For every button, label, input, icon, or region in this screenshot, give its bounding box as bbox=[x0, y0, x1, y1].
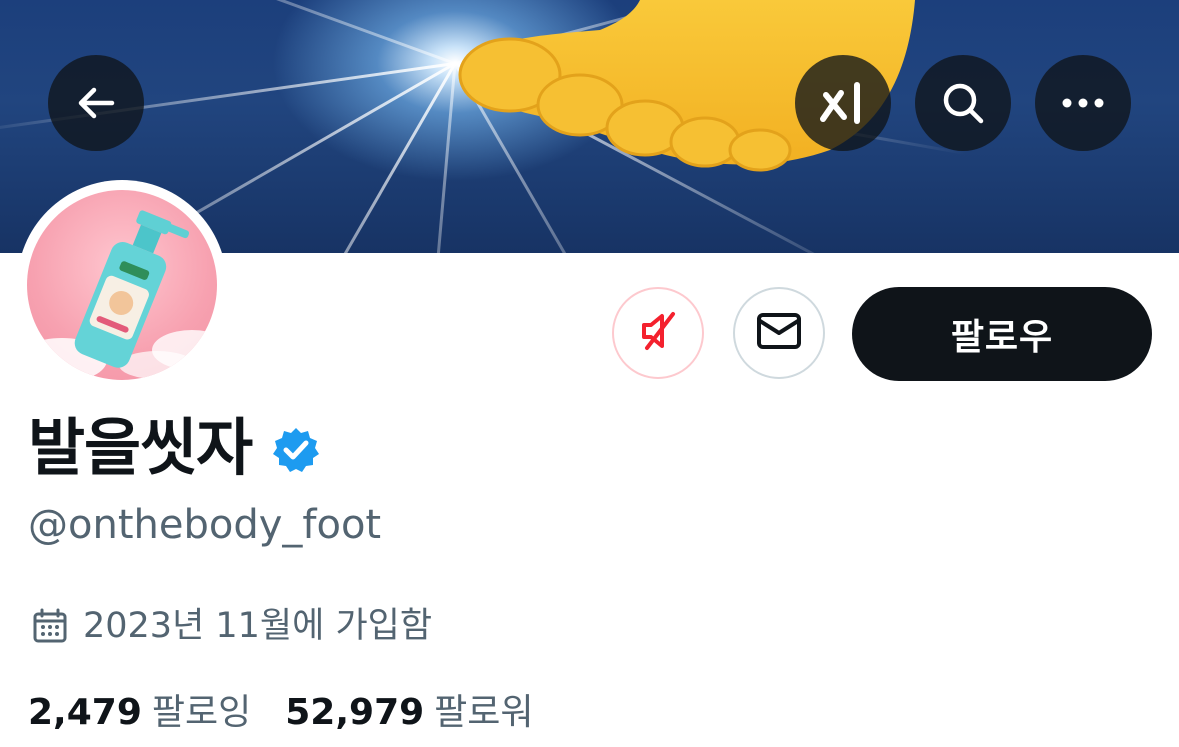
search-icon bbox=[939, 79, 987, 127]
avatar[interactable] bbox=[27, 190, 217, 380]
followers-count: 52,979 bbox=[285, 692, 425, 733]
join-date: 2023년 11월에 가입함 bbox=[83, 606, 433, 646]
search-button[interactable] bbox=[915, 55, 1011, 151]
unmute-button[interactable] bbox=[612, 287, 704, 379]
back-button[interactable] bbox=[48, 55, 144, 151]
message-button[interactable] bbox=[733, 287, 825, 379]
more-horizontal-icon bbox=[1061, 97, 1105, 109]
more-button[interactable] bbox=[1035, 55, 1131, 151]
grok-icon bbox=[817, 77, 869, 129]
follow-button[interactable]: 팔로우 bbox=[852, 287, 1152, 381]
grok-button[interactable] bbox=[795, 55, 891, 151]
arrow-left-icon bbox=[74, 81, 118, 125]
spray-bottle-image bbox=[27, 210, 217, 380]
followers-link[interactable]: 52,979 팔로워 bbox=[285, 692, 533, 733]
following-label: 팔로잉 bbox=[151, 692, 252, 733]
following-link[interactable]: 2,479 팔로잉 bbox=[28, 692, 251, 733]
user-handle: @onthebody_foot bbox=[28, 502, 382, 548]
envelope-icon bbox=[755, 311, 803, 355]
verified-badge-icon[interactable] bbox=[272, 426, 320, 478]
display-name: 발을씻자 bbox=[28, 411, 253, 484]
follow-stats: 2,479 팔로잉 52,979 팔로워 bbox=[28, 690, 534, 736]
calendar-icon bbox=[32, 608, 68, 648]
following-count: 2,479 bbox=[28, 692, 142, 733]
followers-label: 팔로워 bbox=[434, 692, 534, 733]
muted-speaker-icon bbox=[635, 308, 681, 358]
